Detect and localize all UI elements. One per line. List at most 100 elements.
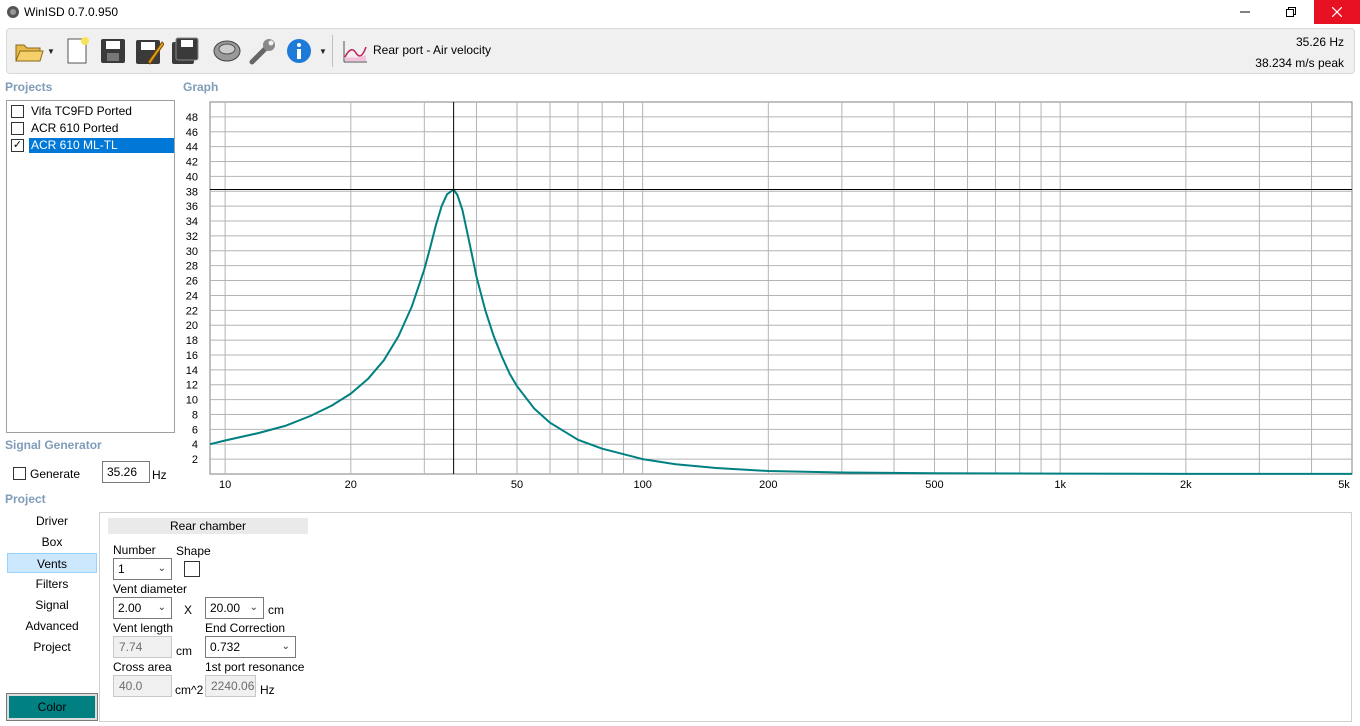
rear-chamber-header[interactable]: Rear chamber	[108, 518, 308, 534]
y-tick-label: 28	[186, 261, 198, 273]
end-correction-select[interactable]: 0.732 ⌄	[205, 636, 296, 658]
graph-chart[interactable]: 2468101214161820222426283032343638404244…	[180, 100, 1356, 492]
y-tick-label: 16	[186, 350, 198, 362]
chevron-down-icon: ⌄	[249, 602, 258, 613]
window-title: WinISD 0.7.0.950	[24, 5, 119, 19]
driver-speaker-icon	[213, 40, 241, 62]
graph-select-button[interactable]	[339, 33, 371, 69]
minimize-button[interactable]	[1222, 0, 1268, 24]
nav-item-vents[interactable]: Vents	[7, 553, 97, 573]
vent-diameter-select[interactable]: 2.00 ⌄	[113, 597, 172, 619]
y-tick-label: 18	[186, 335, 198, 347]
x-tick-label: 5k	[1338, 479, 1350, 491]
y-tick-label: 24	[186, 290, 198, 302]
save-all-icon	[172, 37, 199, 64]
new-document-icon	[67, 37, 89, 64]
save-as-icon	[136, 40, 164, 65]
info-button[interactable]	[283, 33, 315, 69]
chevron-down-icon: ⌄	[157, 563, 166, 574]
save-button[interactable]	[97, 33, 129, 69]
generator-frequency-unit: Hz	[152, 468, 167, 482]
graph-section-label: Graph	[183, 80, 219, 94]
cross-area-field: 40.0	[113, 675, 172, 697]
save-all-button[interactable]	[169, 33, 201, 69]
tools-button[interactable]	[247, 33, 279, 69]
number-label: Number	[113, 543, 156, 557]
minimize-icon	[1240, 11, 1250, 13]
x-tick-label: 2k	[1180, 479, 1192, 491]
chevron-down-icon: ⌄	[157, 602, 166, 613]
toolbar-separator	[332, 35, 333, 67]
x-tick-label: 20	[345, 479, 357, 491]
nav-item-filters[interactable]: Filters	[7, 574, 97, 594]
vent-number-select[interactable]: 1 ⌄	[113, 558, 172, 580]
driver-editor-button[interactable]	[211, 33, 243, 69]
vent-number-value: 1	[118, 562, 125, 576]
nav-item-driver[interactable]: Driver	[7, 511, 97, 531]
project-checkbox[interactable]	[11, 122, 24, 135]
end-correction-label: End Correction	[205, 621, 286, 635]
y-tick-label: 14	[186, 365, 198, 377]
nav-item-advanced[interactable]: Advanced	[7, 616, 97, 636]
save-as-button[interactable]	[133, 33, 165, 69]
app-speaker-icon	[6, 5, 20, 19]
generate-label: Generate	[30, 467, 81, 481]
vent-diameter-unit: cm	[268, 603, 284, 617]
port-resonance-field: 2240.06	[205, 675, 256, 697]
x-tick-label: 1k	[1054, 479, 1066, 491]
signal-generator-section-label: Signal Generator	[5, 438, 102, 452]
projects-list[interactable]: Vifa TC9FD Ported ACR 610 Ported ✓ ACR 610 …	[6, 100, 175, 433]
plot-area	[209, 101, 1353, 475]
x-tick-label: 50	[511, 479, 523, 491]
vent-diameter2-select[interactable]: 20.00 ⌄	[205, 597, 264, 619]
y-tick-label: 44	[186, 142, 198, 154]
y-tick-label: 34	[186, 216, 198, 228]
y-tick-label: 40	[186, 171, 198, 183]
info-icon	[287, 39, 311, 63]
open-dropdown-arrow[interactable]: ▼	[47, 47, 55, 56]
nav-item-signal[interactable]: Signal	[7, 595, 97, 615]
shape-checkbox[interactable]	[184, 561, 200, 577]
new-button[interactable]	[61, 33, 93, 69]
projects-section-label: Projects	[5, 80, 53, 94]
y-tick-label: 32	[186, 231, 198, 243]
wrench-icon	[249, 39, 275, 65]
open-button[interactable]	[13, 33, 45, 69]
vent-diameter-value: 2.00	[118, 601, 142, 615]
color-button[interactable]: Color	[6, 693, 98, 721]
project-name: ACR 610 ML-TL	[29, 138, 174, 153]
y-tick-label: 6	[192, 424, 198, 436]
project-checkbox[interactable]: ✓	[11, 139, 24, 152]
save-icon	[101, 39, 125, 63]
close-button[interactable]	[1314, 0, 1360, 24]
restore-button[interactable]	[1268, 0, 1314, 24]
y-tick-label: 4	[192, 439, 198, 451]
y-tick-label: 12	[186, 380, 198, 392]
nav-item-box[interactable]: Box	[7, 532, 97, 552]
info-dropdown-arrow[interactable]: ▼	[319, 47, 327, 56]
y-tick-label: 48	[186, 112, 198, 124]
y-tick-label: 38	[186, 186, 198, 198]
y-tick-label: 2	[192, 454, 198, 466]
project-list-item[interactable]: Vifa TC9FD Ported	[9, 103, 174, 119]
cursor-frequency-readout: 35.26 Hz	[1295, 35, 1344, 49]
project-list-item[interactable]: ACR 610 Ported	[9, 120, 174, 136]
cross-area-unit: cm^2	[175, 683, 204, 697]
project-name: ACR 610 Ported	[31, 121, 119, 135]
graph-select-label[interactable]: Rear port - Air velocity	[373, 43, 491, 57]
port-resonance-unit: Hz	[260, 683, 275, 697]
project-checkbox[interactable]	[11, 105, 24, 118]
y-tick-label: 26	[186, 276, 198, 288]
generate-checkbox[interactable]	[13, 467, 26, 480]
x-tick-label: 200	[759, 479, 777, 491]
y-tick-label: 42	[186, 157, 198, 169]
generator-frequency-input[interactable]	[102, 461, 150, 483]
project-list-item[interactable]: ✓ ACR 610 ML-TL	[9, 137, 174, 153]
vents-panel	[99, 512, 1352, 722]
y-tick-label: 20	[186, 320, 198, 332]
dimension-times-label: X	[184, 603, 193, 617]
port-resonance-label: 1st port resonance	[205, 660, 305, 674]
project-section-label: Project	[5, 492, 46, 506]
project-name: Vifa TC9FD Ported	[31, 104, 132, 118]
nav-item-project[interactable]: Project	[7, 637, 97, 657]
